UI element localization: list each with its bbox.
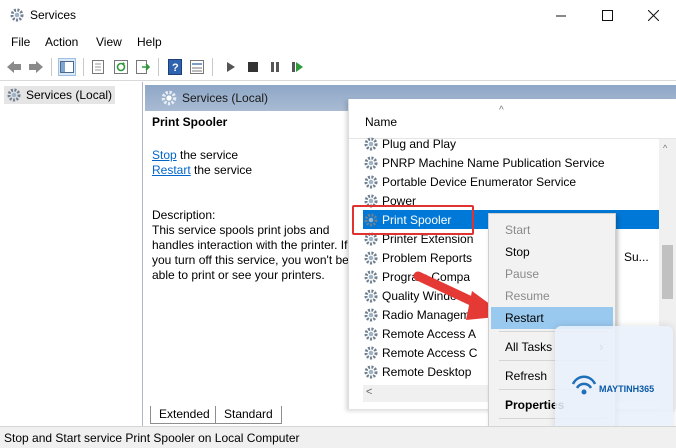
row-description-fragment: Su...	[624, 250, 649, 264]
service-gear-icon	[364, 156, 378, 169]
maximize-button[interactable]	[584, 0, 630, 31]
service-row[interactable]: PNRP Machine Name Publication Service	[363, 153, 659, 172]
menu-file[interactable]: File	[11, 35, 30, 49]
watermark-brand: MAYTINH365	[599, 384, 655, 394]
status-text: Stop and Start service Print Spooler on …	[4, 431, 300, 445]
refresh-icon[interactable]	[112, 58, 130, 76]
service-row-name: Remote Desktop	[382, 364, 472, 379]
restart-service-link[interactable]: Restart	[152, 163, 191, 177]
service-gear-icon	[364, 308, 378, 321]
highlight-box	[352, 205, 474, 235]
details-view-icon[interactable]	[188, 58, 206, 76]
start-service-icon[interactable]	[222, 58, 240, 76]
service-row-name: Remote Access A	[382, 326, 477, 341]
description-label: Description:	[152, 208, 216, 222]
stop-link-suffix: the service	[176, 148, 239, 162]
context-menu-item-start: Start	[505, 223, 531, 237]
back-arrow-icon[interactable]	[5, 58, 23, 76]
service-title: Print Spooler	[152, 115, 228, 129]
service-description: Description: This service spools print j…	[152, 208, 360, 283]
service-gear-icon	[364, 327, 378, 340]
service-gear-icon	[364, 365, 378, 378]
svg-text:?: ?	[172, 62, 179, 74]
console-tree: Services (Local)	[0, 82, 143, 426]
tree-item-services-local[interactable]: Services (Local)	[4, 86, 116, 104]
status-bar: Stop and Start service Print Spooler on …	[0, 426, 676, 448]
column-header-name[interactable]: Name	[365, 115, 397, 129]
services-gear-icon	[10, 8, 24, 22]
sort-ascending-icon: ^	[499, 105, 504, 116]
service-gear-icon	[364, 289, 378, 302]
menu-help[interactable]: Help	[137, 35, 162, 49]
stop-service-icon[interactable]	[244, 58, 262, 76]
export-list-icon[interactable]	[134, 58, 152, 76]
minimize-button[interactable]	[538, 0, 584, 31]
toolbar: ?	[0, 53, 676, 81]
pause-service-icon[interactable]	[266, 58, 284, 76]
restart-link-suffix: the service	[190, 163, 253, 177]
description-text: This service spools print jobs and handl…	[152, 223, 349, 282]
tab-extended[interactable]: Extended	[150, 406, 219, 424]
list-header: ^ Name	[349, 99, 676, 139]
tab-standard[interactable]: Standard	[215, 406, 282, 424]
service-row-name: Plug and Play	[382, 136, 457, 151]
restart-service-icon[interactable]	[289, 58, 307, 76]
context-menu-item-stop[interactable]: Stop	[491, 241, 613, 263]
menu-action[interactable]: Action	[45, 35, 78, 49]
service-gear-icon	[364, 251, 378, 264]
stop-service-link[interactable]: Stop	[152, 148, 177, 162]
help-book-icon[interactable]: ?	[166, 58, 184, 76]
wifi-logo-icon	[571, 375, 597, 395]
service-gear-icon	[364, 175, 378, 188]
services-gear-icon	[7, 88, 21, 102]
panel-header-title: Services (Local)	[182, 91, 269, 105]
window-title: Services	[30, 8, 77, 22]
title-bar: Services	[0, 0, 676, 31]
service-gear-icon	[364, 270, 378, 283]
close-button[interactable]	[630, 0, 676, 31]
context-menu-item-pause: Pause	[505, 267, 540, 281]
service-row-name: Portable Device Enumerator Service	[382, 174, 577, 189]
service-row-name: Problem Reports	[382, 250, 473, 265]
context-menu-item-resume: Resume	[505, 289, 550, 303]
menu-view[interactable]: View	[96, 35, 122, 49]
tree-item-label: Services (Local)	[26, 88, 113, 102]
service-detail: Print Spooler Stop the service Restart t…	[152, 115, 352, 178]
show-hide-console-tree-icon[interactable]	[58, 58, 76, 76]
service-row[interactable]: Plug and Play	[363, 134, 659, 153]
service-row[interactable]: Portable Device Enumerator Service	[363, 172, 659, 191]
services-gear-icon	[161, 90, 177, 106]
forward-arrow-icon[interactable]	[27, 58, 45, 76]
view-tabs: Extended Standard	[145, 405, 676, 425]
service-gear-icon	[364, 137, 378, 150]
menu-bar: File Action View Help	[0, 31, 676, 53]
service-row-name: PNRP Machine Name Publication Service	[382, 155, 605, 170]
properties-sheet-icon[interactable]	[89, 58, 107, 76]
service-gear-icon	[364, 346, 378, 359]
service-row-name: Remote Access C	[382, 345, 478, 360]
